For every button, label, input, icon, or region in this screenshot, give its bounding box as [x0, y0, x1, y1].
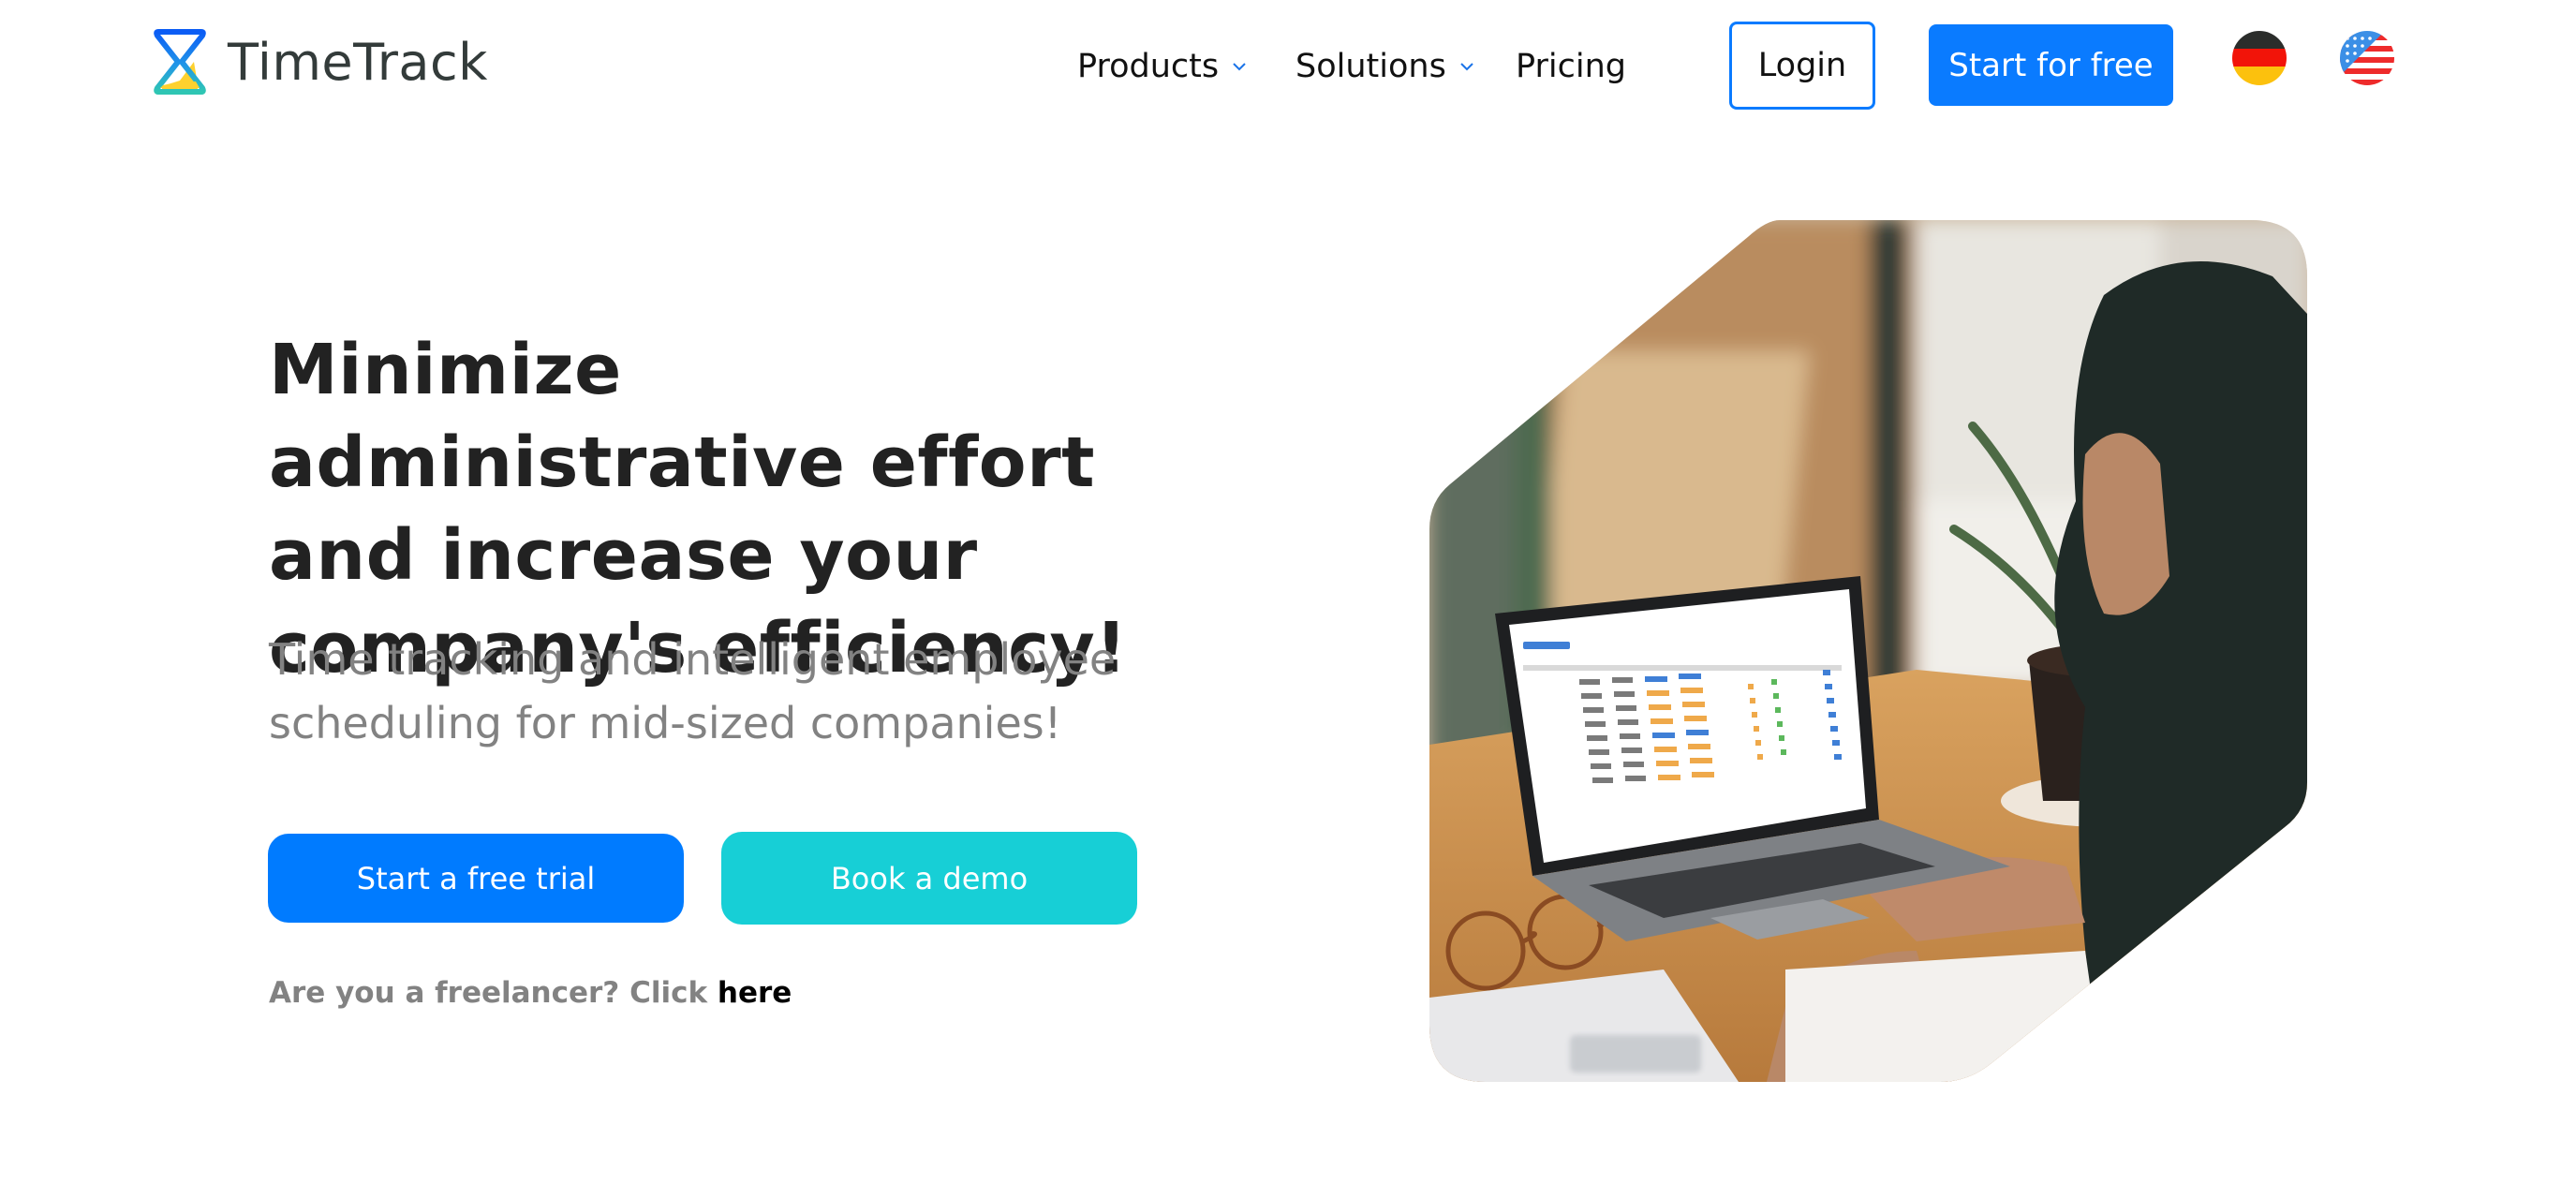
start-for-free-button[interactable]: Start for free — [1929, 24, 2173, 106]
nav-pricing[interactable]: Pricing — [1516, 48, 1626, 85]
freelancer-prompt-text: Are you a freelancer? Click — [269, 976, 708, 1010]
nav-products-label: Products — [1077, 48, 1220, 85]
login-button[interactable]: Login — [1729, 22, 1875, 110]
logo[interactable]: TimeTrack — [153, 28, 488, 96]
logo-text: TimeTrack — [228, 32, 488, 92]
hero-subtitle: Time tracking and intelligent employee s… — [269, 634, 1117, 748]
nav-products[interactable]: Products — [1077, 48, 1247, 85]
chevron-down-icon — [1460, 63, 1473, 71]
language-en-button[interactable] — [2340, 31, 2394, 85]
nav-pricing-label: Pricing — [1516, 48, 1626, 85]
germany-flag-icon — [2232, 31, 2287, 85]
chevron-down-icon — [1233, 63, 1246, 71]
nav-solutions-label: Solutions — [1295, 48, 1446, 85]
usa-flag-icon — [2340, 31, 2394, 85]
book-demo-button[interactable]: Book a demo — [721, 832, 1137, 925]
freelancer-link[interactable]: here — [718, 976, 792, 1010]
hero-image — [1429, 220, 2307, 1082]
start-free-trial-button[interactable]: Start a free trial — [268, 834, 684, 923]
nav-solutions[interactable]: Solutions — [1295, 48, 1474, 85]
freelancer-prompt: Are you a freelancer? Click here — [269, 976, 792, 1010]
hourglass-logo-icon — [154, 29, 206, 95]
language-de-button[interactable] — [2232, 31, 2287, 85]
